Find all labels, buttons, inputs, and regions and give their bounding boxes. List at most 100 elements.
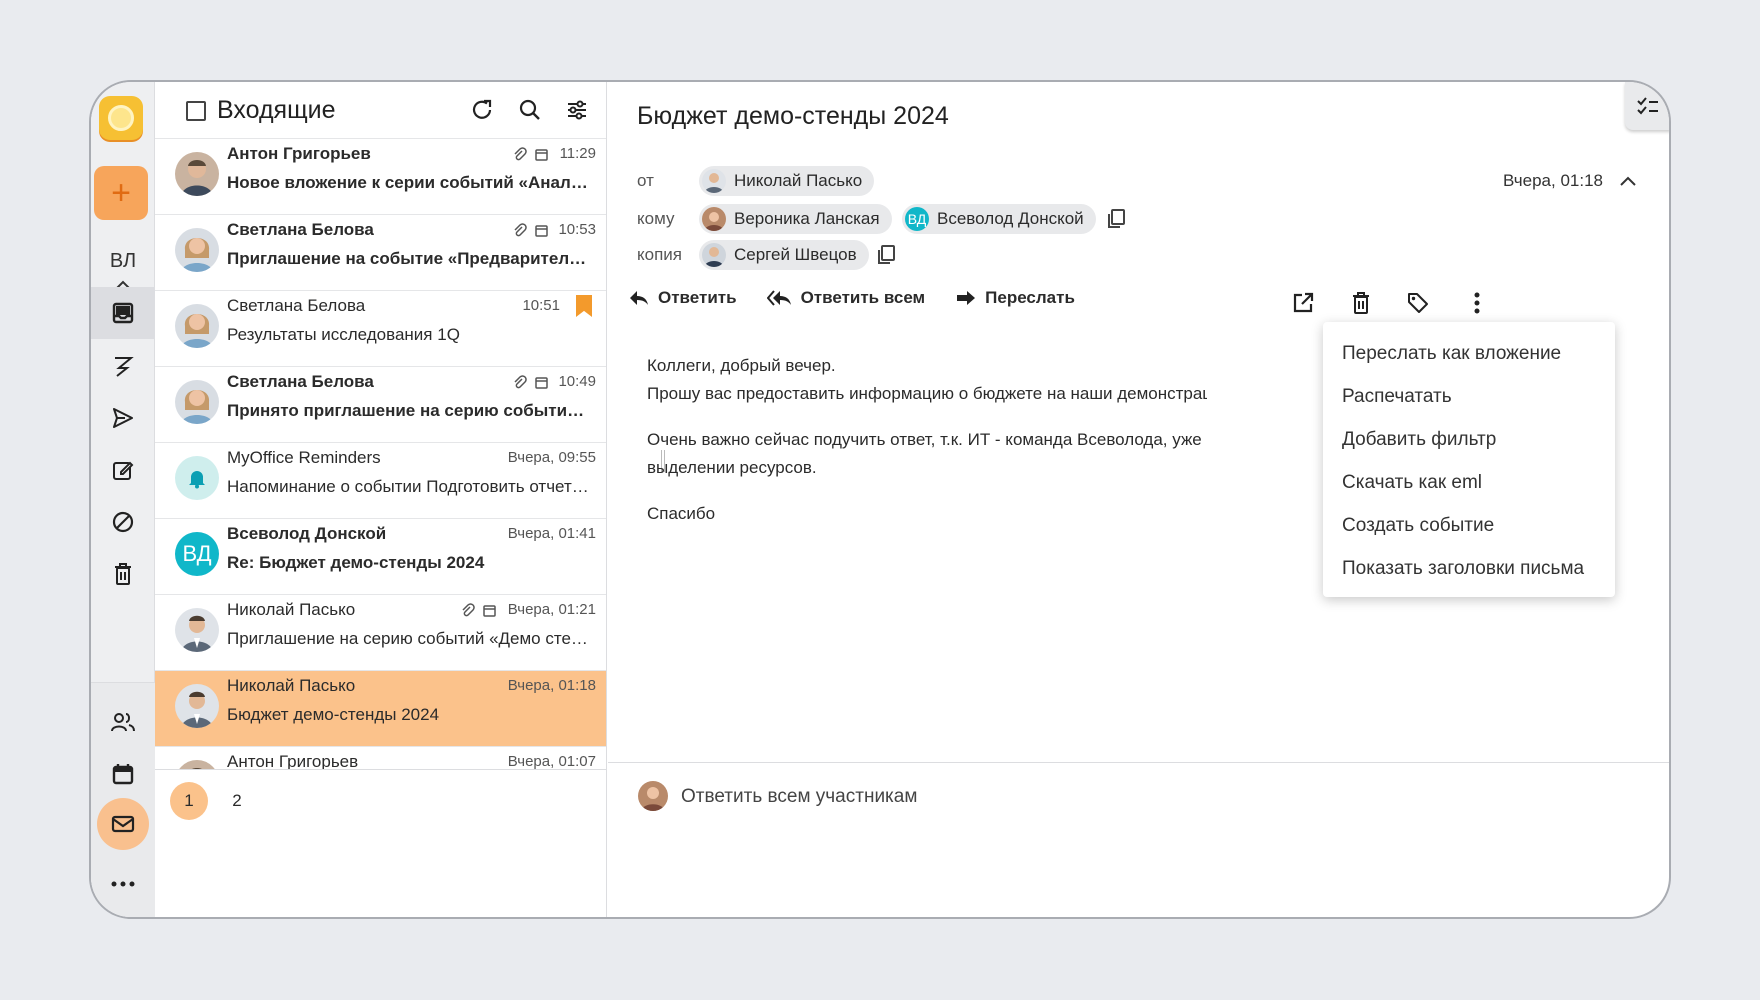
- mail-icon: [111, 815, 135, 833]
- list-header: Входящие: [155, 82, 606, 139]
- recipient-chip-name: Вероника Ланская: [734, 209, 880, 228]
- search-icon: [519, 99, 540, 120]
- sender-name: Светлана Белова: [227, 372, 374, 391]
- to-label: кому: [637, 209, 675, 228]
- menu-item-show-headers[interactable]: Показать заголовки письма: [1323, 547, 1615, 590]
- bookmark-flag-icon[interactable]: [576, 295, 592, 317]
- filter-button[interactable]: [563, 96, 591, 124]
- trash-folder-button[interactable]: [91, 548, 155, 600]
- message-subject: Результаты исследования 1Q: [227, 325, 460, 344]
- message-row[interactable]: ВД Всеволод Донской Вчера, 01:41 Re: Бюд…: [155, 519, 606, 595]
- quick-reply-placeholder[interactable]: Ответить всем участникам: [681, 786, 917, 808]
- more-apps-button[interactable]: [91, 858, 155, 910]
- send-icon: [113, 408, 133, 428]
- body-line: Спасибо: [647, 504, 716, 523]
- sender-name: Светлана Белова: [227, 220, 374, 239]
- message-row[interactable]: Антон Григорьев 11:29 Новое вложение к с…: [155, 139, 606, 215]
- tag-button[interactable]: [1405, 290, 1431, 316]
- refresh-button[interactable]: [468, 96, 496, 124]
- mail-app-button[interactable]: [91, 794, 155, 854]
- reply-all-button[interactable]: Ответить всем: [766, 288, 926, 308]
- more-actions-button[interactable]: [1464, 290, 1490, 316]
- delete-button[interactable]: [1348, 290, 1374, 316]
- avatar: [175, 608, 219, 652]
- sender-name: Светлана Белова: [227, 296, 366, 315]
- quick-reply-bar[interactable]: Ответить всем участникам: [608, 762, 1669, 917]
- row-meta-icons: [461, 603, 496, 617]
- collapse-header-button[interactable]: [1619, 174, 1637, 192]
- forward-button[interactable]: Переслать: [955, 288, 1075, 308]
- bell-icon: [189, 471, 205, 489]
- drafts-folder-button[interactable]: [91, 340, 155, 392]
- message-row[interactable]: Антон Григорьев Вчера, 01:07: [155, 747, 606, 769]
- left-rail: + ВЛ: [91, 82, 155, 917]
- cc-label: копия: [637, 245, 682, 264]
- recipient-chip[interactable]: Вероника Ланская: [699, 204, 892, 234]
- recipient-chip[interactable]: ВД Всеволод Донской: [902, 204, 1096, 234]
- reply-label: Ответить: [658, 288, 737, 307]
- page-1-button[interactable]: 1: [170, 782, 208, 820]
- folder-title: Входящие: [217, 96, 336, 124]
- message-date: Вчера, 01:18: [1503, 171, 1603, 190]
- message-time: 11:29: [559, 145, 596, 162]
- sender-name: Антон Григорьев: [227, 144, 371, 163]
- message-time: Вчера, 09:55: [507, 449, 596, 466]
- forward-icon: [957, 291, 976, 305]
- attachment-icon: [514, 223, 527, 237]
- reply-all-label: Ответить всем: [800, 288, 926, 307]
- contacts-app-button[interactable]: [91, 696, 155, 748]
- app-logo[interactable]: [99, 96, 143, 140]
- chevron-up-icon: [1620, 176, 1636, 186]
- avatar: [175, 456, 219, 500]
- message-row[interactable]: MyOffice Reminders Вчера, 09:55 Напомина…: [155, 443, 606, 519]
- tasks-panel-button[interactable]: [1625, 82, 1669, 130]
- sender-name: Николай Пасько: [227, 600, 356, 619]
- menu-item-forward-as-attachment[interactable]: Переслать как вложение: [1323, 332, 1615, 375]
- page-2-button[interactable]: 2: [218, 782, 256, 820]
- compose-button[interactable]: +: [94, 166, 148, 220]
- attachment-icon: [462, 603, 475, 617]
- avatar: [175, 380, 219, 424]
- message-rows: Антон Григорьев 11:29 Новое вложение к с…: [155, 139, 606, 769]
- select-all-checkbox[interactable]: [186, 101, 206, 121]
- message-subject-title: Бюджет демо-стенды 2024: [637, 102, 949, 130]
- copy-recipients-icon[interactable]: [1106, 208, 1126, 230]
- message-row[interactable]: Светлана Белова 10:53 Приглашение на соб…: [155, 215, 606, 291]
- inbox-icon: [112, 302, 134, 324]
- reply-button[interactable]: Ответить: [628, 288, 737, 308]
- copy-cc-icon[interactable]: [876, 244, 896, 266]
- open-in-new-window-button[interactable]: [1290, 290, 1316, 316]
- inbox-folder-button[interactable]: [91, 287, 155, 339]
- drafts-icon: [115, 357, 134, 377]
- calendar-app-button[interactable]: [91, 748, 155, 800]
- search-button[interactable]: [516, 96, 544, 124]
- message-subject: Приглашение на серию событий «Демо стен…: [227, 629, 591, 648]
- message-row[interactable]: Николай Пасько Вчера, 01:21 Приглашение …: [155, 595, 606, 671]
- message-row[interactable]: Светлана Белова 10:49 Принято приглашени…: [155, 367, 606, 443]
- sender-name: MyOffice Reminders: [227, 448, 381, 467]
- message-actions: Ответить Ответить всем Переслать: [628, 288, 1105, 308]
- message-body: Коллеги, добрый вечер. Прошу вас предост…: [647, 352, 1207, 528]
- reply-all-icon: [766, 290, 791, 306]
- more-actions-menu: Переслать как вложение Распечатать Добав…: [1323, 322, 1615, 597]
- sender-chip[interactable]: Николай Пасько: [699, 166, 875, 196]
- notes-folder-button[interactable]: [91, 444, 155, 496]
- calendar-event-icon: [535, 224, 548, 237]
- contacts-icon: [111, 713, 135, 732]
- account-initials[interactable]: ВЛ: [91, 250, 155, 273]
- message-time: 10:51: [522, 297, 560, 314]
- recipient-chip-name: Всеволод Донской: [937, 209, 1084, 228]
- menu-item-print[interactable]: Распечатать: [1323, 375, 1615, 418]
- cc-chip[interactable]: Сергей Швецов: [699, 240, 869, 270]
- row-meta-icons: [513, 223, 548, 237]
- avatar: [175, 228, 219, 272]
- menu-item-download-eml[interactable]: Скачать как eml: [1323, 461, 1615, 504]
- message-row[interactable]: Светлана Белова 10:51 Результаты исследо…: [155, 291, 606, 367]
- avatar: [175, 152, 219, 196]
- message-subject: Re: Бюджет демо-стенды 2024: [227, 553, 485, 572]
- spam-folder-button[interactable]: [91, 496, 155, 548]
- menu-item-create-event[interactable]: Создать событие: [1323, 504, 1615, 547]
- menu-item-add-filter[interactable]: Добавить фильтр: [1323, 418, 1615, 461]
- sent-folder-button[interactable]: [91, 392, 155, 444]
- message-row-selected[interactable]: Николай Пасько Вчера, 01:18 Бюджет демо-…: [155, 671, 606, 747]
